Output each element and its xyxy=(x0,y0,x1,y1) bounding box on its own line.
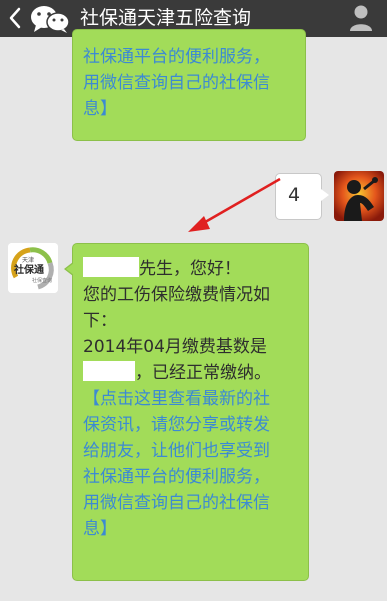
news-link-line[interactable]: 社保通平台的便利服务， xyxy=(83,464,300,490)
status-text: ，已经正常缴纳。 xyxy=(135,363,271,383)
singer-silhouette-icon xyxy=(334,171,384,221)
news-link-line[interactable]: 给朋友，让他们也享受到 xyxy=(83,438,300,464)
official-account-avatar[interactable]: 天津 社保通 社保查询 xyxy=(8,243,58,293)
avatar-text-main: 社保通 xyxy=(13,263,44,276)
message-line: 用微信查询自己的社保信 xyxy=(83,73,270,93)
avatar-text-top: 天津 xyxy=(22,257,34,264)
greeting-text: 先生，您好！ xyxy=(139,259,241,279)
message-line: 社保通平台的便利服务， xyxy=(83,47,270,67)
news-link-line[interactable]: 息】 xyxy=(83,516,300,542)
message-line: 您的工伤保险缴费情况如 xyxy=(83,285,270,305)
message-line: 下： xyxy=(83,311,117,331)
message-line: 息】 xyxy=(83,99,117,119)
wechat-icon xyxy=(31,6,70,33)
chat-area[interactable]: 社保通平台的便利服务， 用微信查询自己的社保信 息】 4 天津 社保通 社保查询… xyxy=(0,29,387,601)
greeting-line: 先生，您好！ xyxy=(83,256,300,282)
status-line: ，已经正常缴纳。 xyxy=(83,360,300,386)
annotation-arrow xyxy=(188,177,281,232)
redacted-name xyxy=(83,257,139,277)
news-link-line[interactable]: 用微信查询自己的社保信 xyxy=(83,490,300,516)
user-avatar[interactable] xyxy=(334,171,384,221)
message-line: 2014年04月缴费基数是 xyxy=(83,337,267,357)
chevron-left-icon[interactable] xyxy=(8,6,22,30)
message-bubble-latest[interactable]: 先生，您好！ 您的工伤保险缴费情况如 下： 2014年04月缴费基数是 ，已经正… xyxy=(64,243,309,581)
news-link-line[interactable]: 保资讯，请您分享或转发 xyxy=(83,412,300,438)
redacted-amount xyxy=(83,361,135,381)
shebaotong-logo: 天津 社保通 社保查询 xyxy=(8,243,58,293)
chat-title: 社保通天津五险查询 xyxy=(80,7,252,29)
news-link-line[interactable]: 【点击这里查看最新的社 xyxy=(83,386,300,412)
message-bubble-previous[interactable]: 社保通平台的便利服务， 用微信查询自己的社保信 息】 xyxy=(72,29,306,141)
avatar-text-bottom: 社保查询 xyxy=(32,277,52,284)
person-icon[interactable] xyxy=(349,4,373,32)
